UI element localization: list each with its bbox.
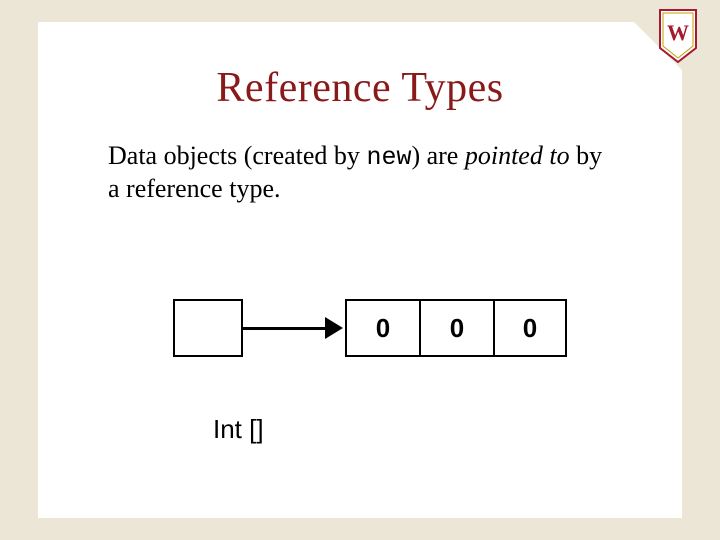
body-prefix: Data objects (created by [108,141,366,170]
body-keyword: new [366,143,411,172]
body-italic: pointed to [465,141,570,170]
array-cell: 0 [345,299,419,357]
array-cell: 0 [419,299,493,357]
type-label: Int [] [213,414,264,445]
arrow-shaft [243,327,331,330]
svg-text:W: W [667,20,689,45]
slide-card: Reference Types Data objects (created by… [38,22,682,518]
slide-body: Data objects (created by new) are pointe… [38,112,682,206]
array-object: 0 0 0 [345,299,567,357]
reference-box [173,299,243,357]
array-cell: 0 [493,299,567,357]
reference-diagram: 0 0 0 [173,287,593,377]
slide-title: Reference Types [38,22,682,112]
arrow-head-icon [325,317,343,339]
uw-crest-logo: W [658,8,698,64]
body-mid: ) are [411,141,464,170]
